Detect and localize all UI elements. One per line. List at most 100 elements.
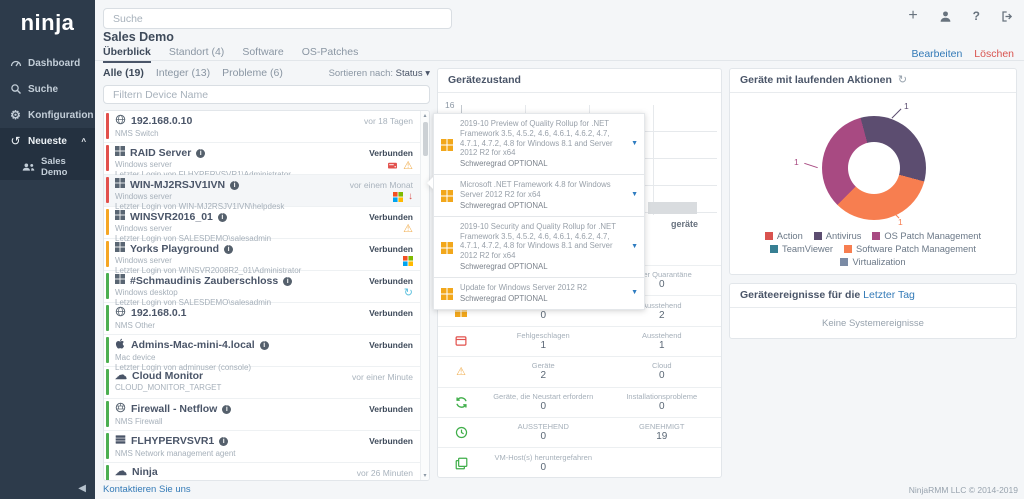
status-bar bbox=[106, 369, 109, 395]
status-bar bbox=[106, 433, 109, 459]
info-icon[interactable]: i bbox=[283, 277, 292, 286]
sidebar-item[interactable]: Suche bbox=[0, 76, 95, 102]
sidebar-item[interactable]: Sales Demo bbox=[0, 154, 95, 180]
device-badges: ⚠ bbox=[387, 160, 413, 171]
device-row[interactable]: 192.168.0.1 NMS Other Verbunden bbox=[104, 303, 429, 335]
patch-popup: 2019-10 Preview of Quality Rollup for .N… bbox=[433, 114, 645, 310]
status-bar bbox=[106, 337, 109, 363]
sidebar-item-label: Neueste bbox=[28, 136, 67, 147]
app-root: ninja Dashboard Suche ⚙ Konfiguration ↺ … bbox=[0, 0, 1024, 499]
caret-down-icon[interactable]: ▼ bbox=[631, 243, 638, 250]
legend-label: Software Patch Management bbox=[856, 244, 976, 254]
device-row[interactable]: RAID Server i Windows serverLetzter Logi… bbox=[104, 143, 429, 175]
running-actions-header: Geräte mit laufenden Aktionen↻ bbox=[730, 69, 1016, 93]
sidebar-item-label: Konfiguration bbox=[28, 110, 94, 121]
device-row[interactable]: WIN-MJ2RSJV1IVN i Windows serverLetzter … bbox=[104, 175, 429, 207]
device-row[interactable]: WINSVR2016_01 i Windows serverLetzter Lo… bbox=[104, 207, 429, 239]
patch-item[interactable]: 2019-10 Security and Quality Rollup for … bbox=[433, 216, 645, 278]
device-type-icon bbox=[115, 338, 126, 353]
contact-link[interactable]: Kontaktieren Sie uns bbox=[103, 484, 191, 495]
caret-down-icon[interactable]: ▼ bbox=[631, 140, 638, 147]
device-status-text: Verbunden bbox=[369, 404, 413, 414]
device-row[interactable]: 192.168.0.10 NMS Switch vor 18 Tagen bbox=[104, 111, 429, 143]
donut-callout: 1 bbox=[898, 217, 903, 227]
patch-item[interactable]: 2019-10 Preview of Quality Rollup for .N… bbox=[433, 113, 645, 175]
device-status-text: Verbunden bbox=[369, 244, 413, 254]
device-row[interactable]: #Schmaudinis Zauberschloss i Windows des… bbox=[104, 271, 429, 303]
add-icon[interactable]: + bbox=[908, 9, 917, 23]
status-bar bbox=[106, 305, 109, 331]
legend-item: TeamViewer bbox=[770, 244, 833, 254]
logout-icon[interactable] bbox=[1001, 10, 1014, 23]
device-row[interactable]: ☁ Ninja vor 26 Minuten bbox=[104, 463, 429, 481]
patch-item[interactable]: Microsoft .NET Framework 4.8 for Windows… bbox=[433, 174, 645, 217]
sort-value[interactable]: Status bbox=[396, 68, 423, 79]
device-row[interactable]: ☁ Cloud Monitor CLOUD_MONITOR_TARGET vor… bbox=[104, 367, 429, 399]
device-subline: Windows server bbox=[115, 160, 399, 170]
status-bar bbox=[106, 465, 109, 481]
device-type-icon bbox=[115, 242, 125, 256]
legend-item: Software Patch Management bbox=[844, 244, 976, 254]
info-icon[interactable]: i bbox=[230, 181, 239, 190]
info-icon[interactable]: i bbox=[224, 245, 233, 254]
info-icon[interactable]: i bbox=[222, 405, 231, 414]
health-col: Cloud 0 bbox=[603, 361, 722, 382]
scrollbar-thumb[interactable] bbox=[423, 122, 428, 156]
running-actions-card: Geräte mit laufenden Aktionen↻ 1 1 1 Act… bbox=[729, 68, 1017, 275]
info-icon[interactable]: i bbox=[219, 437, 228, 446]
donut-legend: Action Antivirus OS Patch Management Tea… bbox=[730, 231, 1016, 267]
edit-button[interactable]: Bearbeiten bbox=[912, 48, 963, 60]
device-badge-icon: ↻ bbox=[404, 288, 413, 298]
device-row[interactable]: Yorks Playground i Windows serverLetzter… bbox=[104, 239, 429, 271]
scroll-down-icon[interactable]: ▾ bbox=[421, 472, 429, 479]
device-events-header: Geräteereignisse für die Letzter Tag bbox=[730, 284, 1016, 308]
legend-item: Antivirus bbox=[814, 231, 862, 241]
copyright-text: NinjaRMM LLC © 2014-2019 bbox=[909, 485, 1018, 495]
device-name: Yorks Playground i bbox=[115, 242, 399, 256]
scroll-up-icon[interactable]: ▴ bbox=[421, 112, 429, 119]
legend-item: OS Patch Management bbox=[872, 231, 981, 241]
device-name: 192.168.0.1 bbox=[115, 306, 399, 321]
device-name-filter-input[interactable] bbox=[103, 85, 430, 104]
info-icon[interactable]: i bbox=[218, 213, 227, 222]
patch-title: Update for Windows Server 2012 R2 bbox=[460, 283, 626, 293]
user-icon[interactable] bbox=[939, 10, 952, 23]
sidebar-collapse-icon[interactable]: ◀ bbox=[78, 483, 86, 494]
device-name: FLHYPERVSVR1 i bbox=[115, 434, 399, 449]
device-name: Firewall - Netflow i bbox=[115, 402, 399, 417]
info-icon[interactable]: i bbox=[196, 149, 205, 158]
legend-swatch bbox=[840, 258, 848, 266]
device-type-icon bbox=[115, 434, 126, 449]
device-status-text: vor 26 Minuten bbox=[357, 468, 413, 478]
sidebar-item[interactable]: ↺ Neueste ^ bbox=[0, 128, 95, 154]
help-icon[interactable]: ? bbox=[973, 9, 980, 23]
legend-swatch bbox=[872, 232, 880, 240]
refresh-icon[interactable]: ↻ bbox=[898, 74, 907, 86]
delete-button[interactable]: Löschen bbox=[974, 48, 1014, 60]
time-range-link[interactable]: Letzter Tag bbox=[863, 289, 915, 301]
caret-down-icon[interactable]: ▼ bbox=[631, 191, 638, 198]
windows-icon bbox=[441, 138, 453, 156]
sidebar-item-icon: ⚙ bbox=[9, 109, 22, 121]
patch-title: Microsoft .NET Framework 4.8 for Windows… bbox=[460, 180, 626, 200]
sidebar-item[interactable]: Dashboard bbox=[0, 50, 95, 76]
status-bar bbox=[106, 241, 109, 267]
health-row-icon bbox=[438, 396, 484, 409]
device-name: RAID Server i bbox=[115, 146, 399, 160]
device-list-scrollbar[interactable]: ▴ ▾ bbox=[420, 111, 429, 480]
device-subline: NMS Network management agent bbox=[115, 449, 399, 459]
patch-item[interactable]: Update for Windows Server 2012 R2 Schwer… bbox=[433, 277, 645, 310]
device-row[interactable]: Firewall - Netflow i NMS Firewall Verbun… bbox=[104, 399, 429, 431]
device-row[interactable]: Admins-Mac-mini-4.local i Mac deviceLetz… bbox=[104, 335, 429, 367]
health-row: ⚠ Geräte 2 Cloud 0 bbox=[438, 356, 721, 386]
device-type-icon: ☁ bbox=[115, 370, 127, 383]
patch-severity: Schweregrad OPTIONAL bbox=[460, 262, 626, 272]
info-icon[interactable]: i bbox=[260, 341, 269, 350]
device-type-icon bbox=[115, 178, 125, 192]
device-type-icon bbox=[115, 146, 125, 160]
sidebar-item[interactable]: ⚙ Konfiguration bbox=[0, 102, 95, 128]
device-row[interactable]: FLHYPERVSVR1 i NMS Network management ag… bbox=[104, 431, 429, 463]
caret-down-icon[interactable]: ▼ bbox=[631, 289, 638, 296]
search-input[interactable] bbox=[103, 8, 452, 29]
sidebar-item-icon bbox=[22, 162, 35, 172]
